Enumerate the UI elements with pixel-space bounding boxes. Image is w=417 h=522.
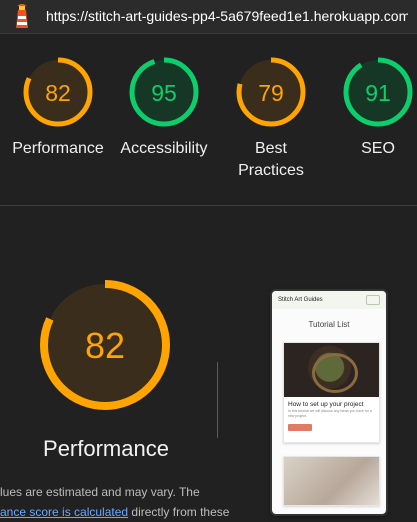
gauge-accessibility[interactable]: 95 Accessibility <box>112 56 216 160</box>
score-calculation-link[interactable]: ance score is calculated <box>0 505 128 519</box>
performance-title: Performance <box>43 436 169 461</box>
thumbnail-menu-icon <box>366 295 380 305</box>
thumbnail-site-title: Stitch Art Guides <box>278 297 323 303</box>
description-text-end: directly from these <box>131 505 230 519</box>
page-screenshot-thumbnail[interactable]: Stitch Art Guides Tutorial List How to s… <box>272 291 386 514</box>
performance-description: lues are estimated and may vary. The anc… <box>0 482 266 522</box>
thumbnail-heading: Tutorial List <box>308 320 350 329</box>
top-bar: https://stitch-art-guides-pp4-5a679feed1… <box>0 0 417 34</box>
vertical-separator <box>217 362 218 438</box>
gauge-label-seo: SEO <box>361 140 395 157</box>
gauge-ring-accessibility: 95 <box>129 57 199 127</box>
gauge-score-performance: 82 <box>45 80 71 106</box>
thumbnail-card-image <box>284 343 379 397</box>
score-gauges: 82 Performance 95 Accessibility 79 Best … <box>0 34 417 206</box>
gauge-ring-best-practices: 79 <box>236 57 306 127</box>
performance-score-large: 82 <box>85 325 125 366</box>
thumbnail-navbar: Stitch Art Guides <box>272 291 386 309</box>
gauge-ring-seo: 91 <box>343 57 413 127</box>
gauge-label-performance: Performance <box>12 140 104 157</box>
thumbnail-card-2 <box>283 456 380 506</box>
thumbnail-card-title: How to set up your project <box>288 401 364 408</box>
lighthouse-icon <box>16 4 28 28</box>
gauge-performance[interactable]: 82 Performance <box>6 56 110 160</box>
gauge-score-seo: 91 <box>365 80 391 106</box>
thumbnail-card-button <box>288 424 312 431</box>
gauge-score-accessibility: 95 <box>151 80 177 106</box>
gauge-seo[interactable]: 91 SEO <box>326 56 417 160</box>
gauge-label-accessibility: Accessibility <box>120 140 208 157</box>
page-url: https://stitch-art-guides-pp4-5a679feed1… <box>46 8 408 24</box>
thumbnail-card: How to set up your project In this tutor… <box>283 342 380 443</box>
thumbnail-card-text: In this tutorial we will discuss any ide… <box>288 409 372 418</box>
performance-gauge-large: 82 <box>40 280 170 410</box>
section-divider <box>0 205 417 206</box>
gauge-score-best-practices: 79 <box>258 80 284 106</box>
thumbnail-card-2-image <box>284 457 379 505</box>
gauge-label-best-practices: Best Practices <box>238 140 304 179</box>
gauge-ring-performance: 82 <box>23 57 93 127</box>
gauge-best-practices[interactable]: 79 Best Practices <box>219 56 323 182</box>
description-text-start: lues are estimated and may vary. The <box>0 485 200 499</box>
